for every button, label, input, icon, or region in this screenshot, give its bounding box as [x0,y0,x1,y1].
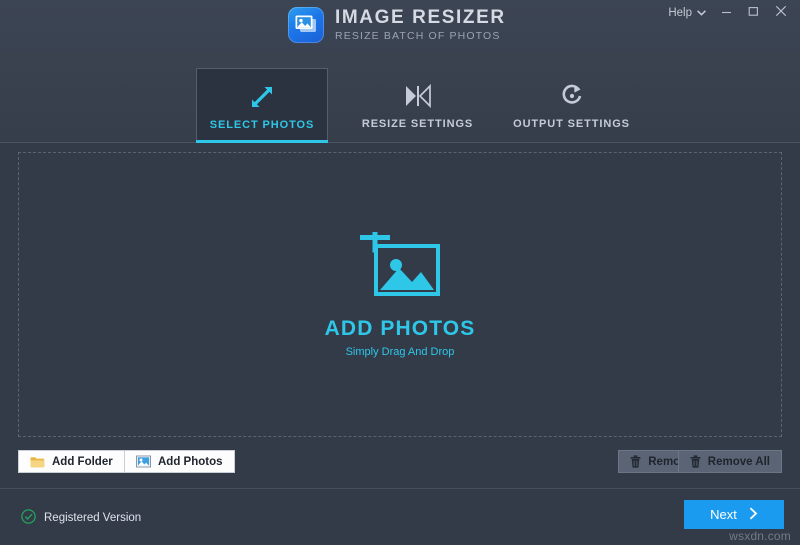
trash-icon [630,455,641,468]
maximize-icon [748,4,759,22]
app-logo [288,7,324,43]
chevron-down-icon [697,7,706,19]
add-folder-button[interactable]: Add Folder [18,450,125,473]
app-title: IMAGE RESIZER [335,7,506,29]
drop-zone-title: ADD PHOTOS [324,316,476,340]
tab-resize-settings[interactable]: RESIZE SETTINGS [350,68,485,140]
tab-output-settings[interactable]: OUTPUT SETTINGS [503,68,640,140]
header: IMAGE RESIZER RESIZE BATCH OF PHOTOS Hel… [0,0,800,143]
footer: Registered Version Next wsxdn.com [0,488,800,545]
minimize-icon [721,4,732,22]
picture-icon [136,455,151,468]
add-photos-button[interactable]: Add Photos [124,450,235,473]
tab-label: OUTPUT SETTINGS [513,118,630,130]
action-button-row: Add Folder Add Photos Remove Remove All [0,450,800,474]
app-branding: IMAGE RESIZER RESIZE BATCH OF PHOTOS [288,7,506,43]
watermark: wsxdn.com [729,529,791,543]
title-bar: IMAGE RESIZER RESIZE BATCH OF PHOTOS Hel… [0,0,800,56]
expand-arrows-icon [249,82,275,112]
tab-label: SELECT PHOTOS [209,119,315,131]
drop-zone-subtitle: Simply Drag And Drop [345,345,455,358]
app-title-block: IMAGE RESIZER RESIZE BATCH OF PHOTOS [335,8,506,42]
image-resizer-window: IMAGE RESIZER RESIZE BATCH OF PHOTOS Hel… [0,0,800,545]
app-subtitle: RESIZE BATCH OF PHOTOS [335,30,501,43]
check-circle-icon [21,509,36,527]
remove-all-button[interactable]: Remove All [677,450,782,473]
close-icon [775,4,787,22]
help-label: Help [668,6,692,19]
refresh-rotate-icon [559,81,585,111]
help-menu-button[interactable]: Help [661,4,713,23]
close-button[interactable] [767,1,794,25]
registered-version-status: Registered Version [21,509,141,527]
add-photo-frame-icon [352,222,448,309]
folder-icon [30,456,45,468]
tab-select-photos[interactable]: SELECT PHOTOS [196,68,328,143]
chevron-right-icon [749,507,758,523]
status-label: Registered Version [44,512,142,524]
active-tab-indicator [196,140,328,143]
button-label: Add Photos [158,455,223,468]
button-label: Add Folder [52,455,113,468]
next-label: Next [710,507,737,522]
tab-bar: SELECT PHOTOS RESIZE SETTINGS OUTPUT SET… [0,68,800,143]
window-controls: Help [661,0,794,26]
collapse-arrows-icon [404,81,432,111]
minimize-button[interactable] [713,1,740,25]
tab-label: RESIZE SETTINGS [361,118,474,130]
maximize-button[interactable] [740,1,767,25]
trash-icon [690,455,701,468]
next-button[interactable]: Next [684,500,784,529]
photo-drop-zone[interactable]: ADD PHOTOS Simply Drag And Drop [18,152,782,437]
button-label: Remove All [707,455,770,468]
